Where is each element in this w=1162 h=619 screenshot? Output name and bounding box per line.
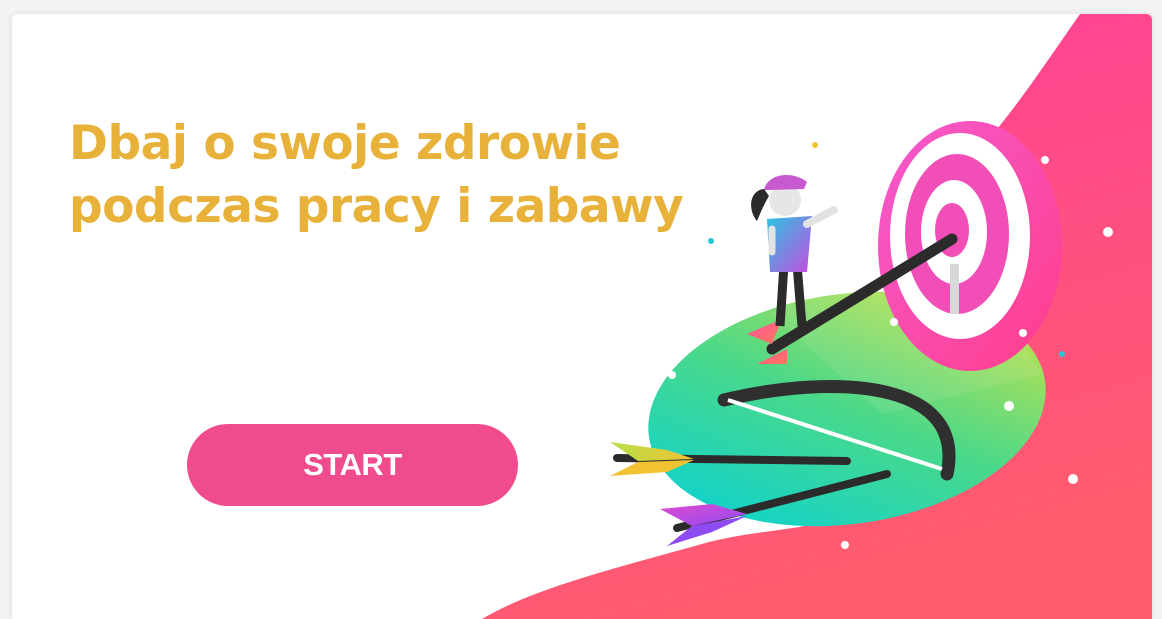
hero-title: Dbaj o swoje zdrowie podczas pracy i zab… xyxy=(69,116,684,234)
start-button[interactable]: START xyxy=(187,424,518,506)
target-board xyxy=(878,121,1062,371)
archery-target-icon xyxy=(482,14,1152,619)
hero-card: Dbaj o swoje zdrowie podczas pracy i zab… xyxy=(12,14,1152,619)
